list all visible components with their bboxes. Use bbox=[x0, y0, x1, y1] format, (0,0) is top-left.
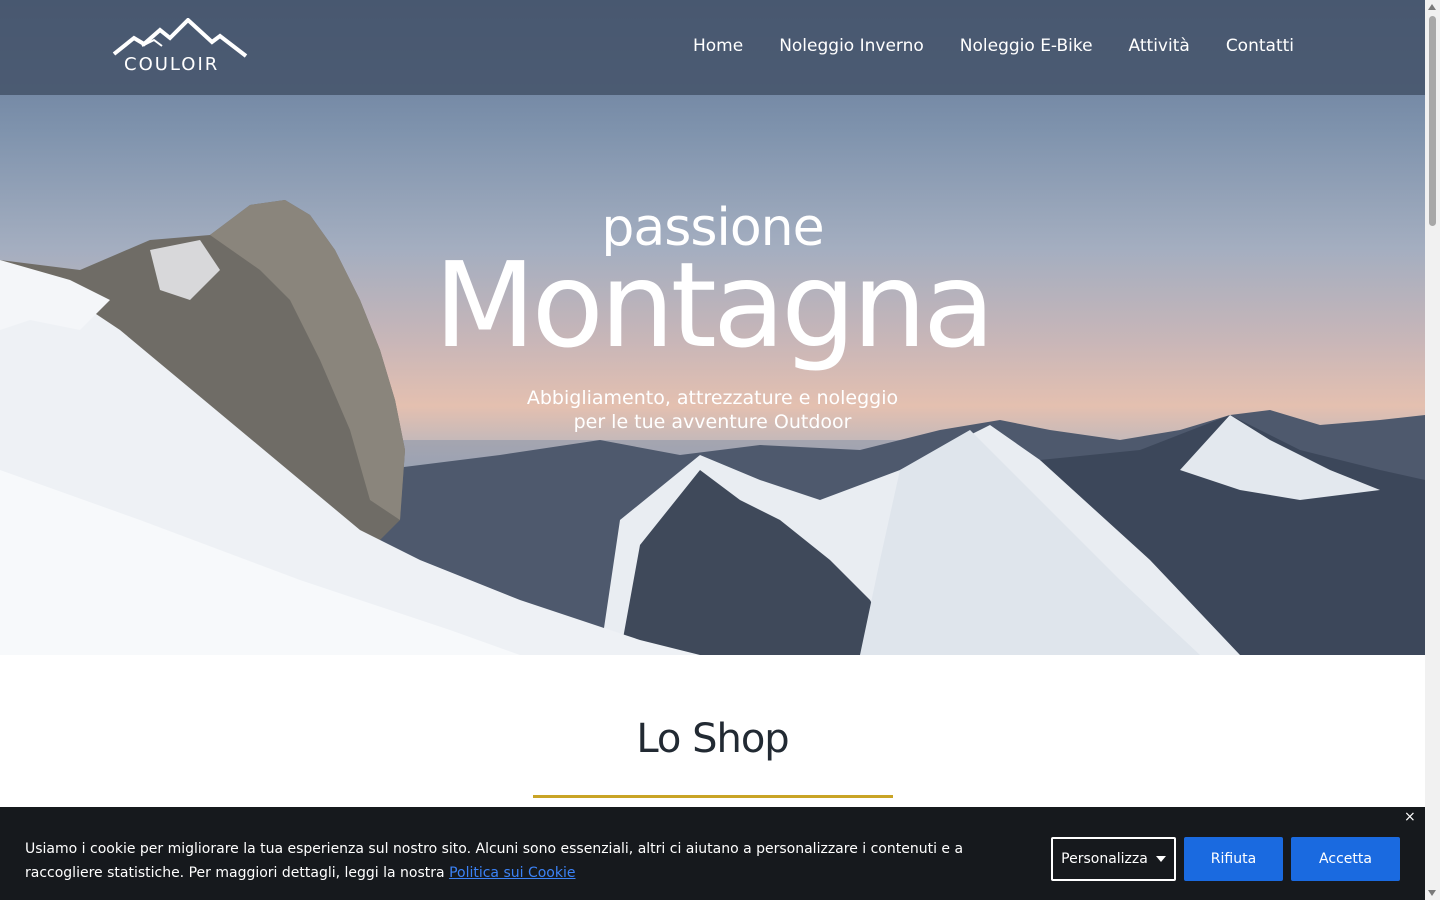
reject-button[interactable]: Rifiuta bbox=[1184, 837, 1283, 881]
shop-title-underline bbox=[533, 795, 893, 798]
hero-subtitle-line2: per le tue avventure Outdoor bbox=[573, 411, 852, 433]
site-header: COULOIR Home Noleggio Inverno Noleggio E… bbox=[0, 0, 1425, 95]
scrollbar-thumb[interactable] bbox=[1429, 16, 1436, 226]
nav-activities[interactable]: Attività bbox=[1129, 36, 1190, 56]
personalize-label: Personalizza bbox=[1061, 851, 1148, 867]
cookie-policy-link[interactable]: Politica sui Cookie bbox=[449, 865, 575, 881]
close-icon[interactable]: × bbox=[1404, 809, 1416, 825]
nav-winter-rental[interactable]: Noleggio Inverno bbox=[779, 36, 924, 56]
hero-subtitle: Abbigliamento, attrezzature e noleggio p… bbox=[0, 386, 1425, 434]
page-scrollbar[interactable] bbox=[1425, 0, 1440, 900]
nav-ebike-rental[interactable]: Noleggio E-Bike bbox=[960, 36, 1093, 56]
nav-contacts[interactable]: Contatti bbox=[1226, 36, 1294, 56]
hero-big-title: Montagna bbox=[433, 236, 995, 374]
scroll-up-arrow-icon[interactable] bbox=[1428, 4, 1436, 10]
shop-section-title: Lo Shop bbox=[636, 716, 789, 762]
couloir-logo[interactable]: COULOIR bbox=[112, 18, 248, 76]
cookie-banner: Usiamo i cookie per migliorare la tua es… bbox=[0, 807, 1425, 900]
accept-button[interactable]: Accetta bbox=[1291, 837, 1400, 881]
hero-subtitle-line1: Abbigliamento, attrezzature e noleggio bbox=[526, 387, 899, 409]
logo-text: COULOIR bbox=[124, 54, 220, 75]
main-navigation: Home Noleggio Inverno Noleggio E-Bike At… bbox=[693, 36, 1294, 56]
caret-down-icon bbox=[1155, 856, 1166, 862]
mountain-logo-icon bbox=[112, 18, 248, 58]
personalize-button[interactable]: Personalizza bbox=[1051, 837, 1176, 881]
nav-home[interactable]: Home bbox=[693, 36, 743, 56]
scroll-down-arrow-icon[interactable] bbox=[1428, 890, 1436, 896]
cookie-message: Usiamo i cookie per migliorare la tua es… bbox=[25, 837, 1040, 885]
